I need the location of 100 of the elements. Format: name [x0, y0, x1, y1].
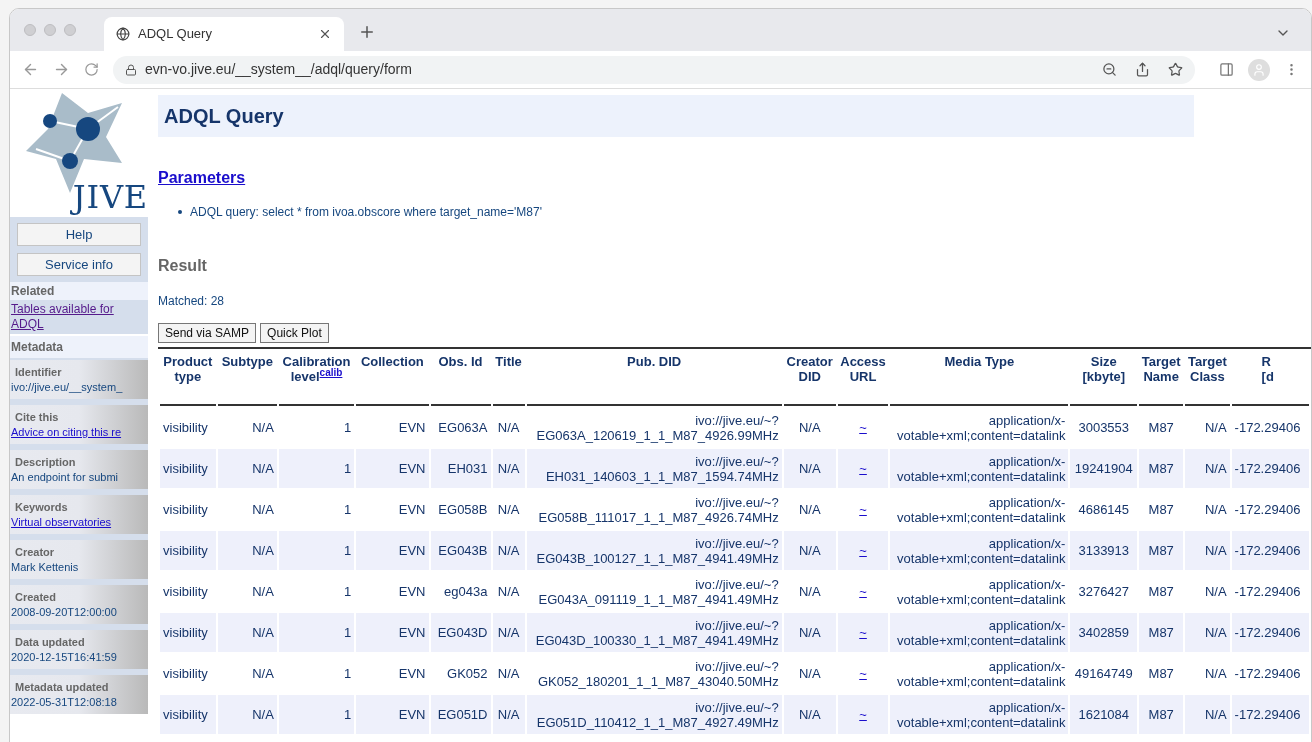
column-header: Media Type — [890, 351, 1069, 406]
product-type-cell: visibility — [160, 449, 216, 488]
section-heading: Related — [10, 282, 148, 300]
back-icon[interactable] — [22, 61, 39, 78]
size-cell: 1621084 — [1070, 695, 1138, 734]
obs-id-cell: EG043B — [430, 531, 491, 570]
new-tab-icon[interactable] — [358, 23, 376, 41]
media-type-cell-text: application/x-votable+xml;content=datalink — [896, 493, 1067, 527]
share-icon[interactable] — [1135, 62, 1150, 77]
bookmark-star-icon[interactable] — [1168, 62, 1183, 77]
target-name-cell: M87 — [1139, 531, 1184, 570]
metadata-link[interactable]: Advice on citing this re — [11, 424, 122, 440]
table-cell: -172.29406 — [1231, 531, 1309, 570]
tab-title: ADQL Query — [138, 25, 213, 44]
section-heading: Metadata — [10, 336, 148, 358]
obs-id-cell: EH031 — [430, 449, 491, 488]
matched-count: Matched: 28 — [158, 293, 226, 310]
title-cell-text: N/A — [496, 583, 521, 601]
column-header: Title — [492, 351, 525, 406]
result-button[interactable]: Quick Plot — [260, 323, 329, 343]
access-url-link[interactable]: ~ — [837, 449, 889, 488]
table-cell-text: -172.29406 — [1233, 419, 1302, 437]
address-bar[interactable]: evn-vo.jive.eu/__system__/adql/query/form — [113, 55, 1195, 84]
metadata-value: 2020-12-15T16:41:59 — [11, 649, 118, 665]
collection-cell-text: EVN — [397, 419, 427, 437]
calib-link[interactable]: calib — [319, 367, 343, 378]
access-url-link[interactable]: ~ — [837, 490, 889, 529]
target-name-cell: M87 — [1139, 695, 1184, 734]
metadata-label: Metadata updated — [14, 679, 110, 695]
browser-tab[interactable]: ADQL Query — [104, 17, 344, 51]
close-icon[interactable] — [318, 27, 332, 41]
media-type-cell-text: application/x-votable+xml;content=datalink — [896, 411, 1067, 445]
sidebar-button[interactable]: Help — [17, 223, 141, 246]
globe-icon — [116, 27, 130, 41]
metadata-label: Description — [14, 454, 77, 470]
pub-did-cell-text: ivo://jive.eu/~? EG058B_111017_1_1_M87_4926.74MHz — [537, 493, 780, 527]
product-type-cell-text: visibility — [162, 583, 209, 601]
parameters-link[interactable]: Parameters — [158, 166, 246, 190]
size-cell-text: 4686145 — [1077, 501, 1131, 519]
title-cell-text: N/A — [496, 419, 521, 437]
subtype-cell-text: N/A — [251, 583, 275, 601]
target-class-cell-text: N/A — [1203, 501, 1228, 519]
pub-did-cell: ivo://jive.eu/~? EG051D_110412_1_1_M87_4927.49MHz — [526, 695, 782, 734]
metadata-label: Created — [14, 589, 57, 605]
access-url-link[interactable]: ~ — [837, 408, 889, 447]
access-url-link[interactable]: ~ — [837, 531, 889, 570]
title-cell: N/A — [492, 613, 525, 652]
obs-id-cell-text: eg043a — [443, 583, 489, 601]
target-name-cell-text: M87 — [1147, 501, 1175, 519]
media-type-cell-text: application/x-votable+xml;content=datalink — [896, 657, 1067, 691]
media-type-cell: application/x-votable+xml;content=datalink — [890, 613, 1069, 652]
subtype-cell: N/A — [217, 449, 277, 488]
product-type-cell-text: visibility — [162, 419, 209, 437]
pub-did-cell-text: ivo://jive.eu/~? EG043A_091119_1_1_M87_4941.49MHz — [537, 575, 780, 609]
reload-icon[interactable] — [84, 62, 99, 77]
table-cell-text: -172.29406 — [1233, 665, 1302, 683]
access-url-link[interactable]: ~ — [837, 613, 889, 652]
side-panel-icon[interactable] — [1219, 62, 1234, 77]
pub-did-cell: ivo://jive.eu/~? EH031_140603_1_1_M87_1594.74MHz — [526, 449, 782, 488]
title-cell: N/A — [492, 695, 525, 734]
lock-icon — [125, 63, 137, 76]
size-cell: 19241904 — [1070, 449, 1138, 488]
parameter-item: ADQL query: select * from ivoa.obscore where target_name='M87' — [178, 203, 1311, 221]
column-header: Product type — [160, 351, 216, 406]
metadata-label: Identifier — [14, 364, 63, 380]
target-class-cell-text: N/A — [1203, 419, 1228, 437]
size-cell-text: 3003553 — [1077, 419, 1131, 437]
product-type-cell-text: visibility — [162, 665, 209, 683]
metadata-label: Data updated — [14, 634, 86, 650]
size-cell-text: 49164749 — [1073, 665, 1134, 683]
calibration-level-cell: 1 — [278, 613, 355, 652]
target-name-cell-text: M87 — [1147, 583, 1175, 601]
target-class-cell-text: N/A — [1203, 665, 1228, 683]
sidebar-button[interactable]: Service info — [17, 253, 141, 276]
page-title: ADQL Query — [164, 104, 284, 129]
metadata-value: 2022-05-31T12:08:18 — [11, 694, 118, 710]
access-url-link[interactable]: ~ — [837, 572, 889, 611]
access-url-link[interactable]: ~ — [837, 654, 889, 693]
metadata-link[interactable]: Virtual observatories — [11, 514, 112, 530]
calibration-level-cell-text: 1 — [342, 583, 353, 601]
pub-did-cell: ivo://jive.eu/~? EG043B_100127_1_1_M87_4941.49MHz — [526, 531, 782, 570]
collection-cell: EVN — [356, 695, 429, 734]
calibration-level-cell: 1 — [278, 449, 355, 488]
creator-did-cell-text: N/A — [797, 665, 822, 683]
sidebar-link[interactable]: Tables available for ADQL — [11, 302, 147, 332]
size-cell-text: 3276427 — [1077, 583, 1131, 601]
zoom-out-icon[interactable] — [1102, 62, 1117, 77]
collection-cell: EVN — [356, 613, 429, 652]
media-type-cell: application/x-votable+xml;content=datalink — [890, 449, 1069, 488]
forward-icon[interactable] — [53, 61, 70, 78]
target-class-cell: N/A — [1185, 613, 1230, 652]
creator-did-cell: N/A — [783, 449, 836, 488]
product-type-cell: visibility — [160, 531, 216, 570]
size-cell: 3133913 — [1070, 531, 1138, 570]
result-button[interactable]: Send via SAMP — [158, 323, 257, 343]
size-cell: 3402859 — [1070, 613, 1138, 652]
title-cell-text: N/A — [496, 665, 521, 683]
access-url-link[interactable]: ~ — [837, 695, 889, 734]
obs-id-cell: EG051D — [430, 695, 491, 734]
pub-did-cell: ivo://jive.eu/~? EG043D_100330_1_1_M87_4941.49MHz — [526, 613, 782, 652]
